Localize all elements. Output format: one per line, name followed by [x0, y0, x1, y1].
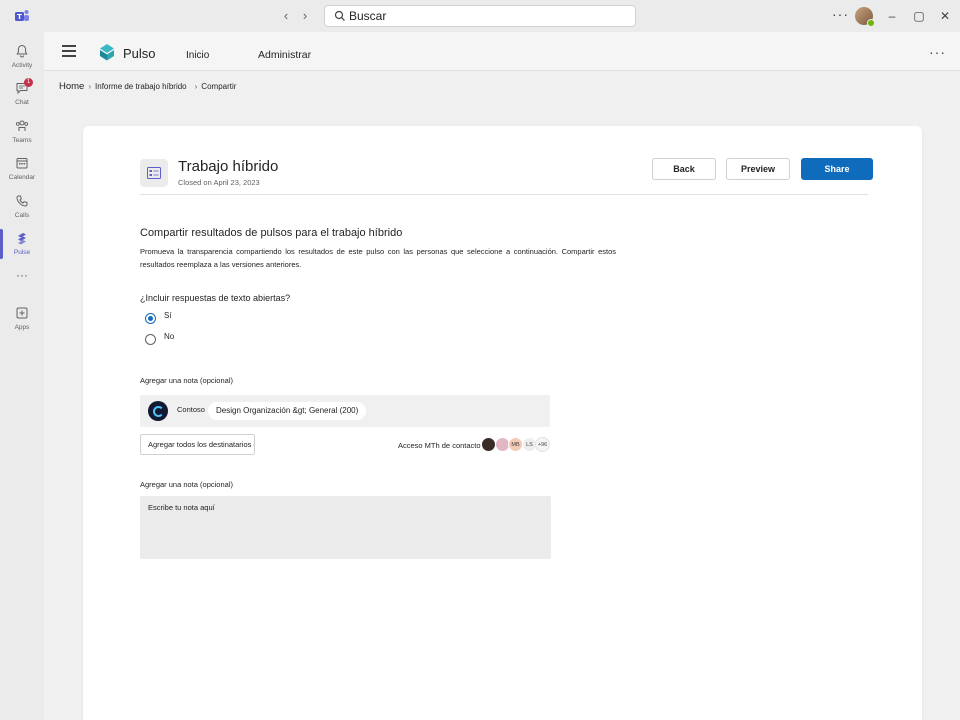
org-logo-icon	[148, 401, 168, 421]
survey-icon-box	[140, 159, 168, 187]
app-header: Pulso Inicio Administrar ···	[44, 32, 960, 71]
recipients-picker[interactable]: Contoso Design Organización &gt; General…	[140, 395, 550, 427]
add-all-recipients-button[interactable]: Agregar todos los destinatarios de Pulse	[140, 434, 255, 455]
avatar-initials[interactable]: MB	[508, 437, 523, 452]
rail-label: Pulse	[13, 249, 31, 256]
rail-item-calendar[interactable]: Calendar	[0, 152, 44, 190]
radio-label: No	[164, 332, 175, 341]
page-subtitle: Closed on April 23, 2023	[178, 178, 260, 187]
page-title: Trabajo híbrido	[178, 158, 279, 175]
rail-item-more[interactable]: ···	[0, 267, 44, 305]
breadcrumb-current: Compartir	[201, 82, 237, 91]
rail-label: Apps	[14, 324, 30, 331]
rail-item-teams[interactable]: Teams	[0, 115, 44, 153]
title-bar: T ‹ › Buscar ··· – ▢ ✕	[0, 0, 960, 32]
rail-item-pulse[interactable]: Pulse	[0, 227, 44, 265]
note-textarea[interactable]: Escribe tu nota aquí	[140, 496, 551, 559]
minimize-button[interactable]: –	[884, 8, 900, 24]
more-icon: ···	[16, 268, 28, 282]
close-button[interactable]: ✕	[937, 8, 953, 24]
teams-logo-icon[interactable]: T	[14, 8, 30, 24]
app-name: Pulso	[123, 46, 156, 61]
avatar[interactable]	[481, 437, 496, 452]
recipients-label: Agregar una nota (opcional)	[140, 376, 233, 385]
radio-button[interactable]	[145, 334, 156, 345]
tab-administrar[interactable]: Administrar	[258, 49, 311, 61]
rail-label: Calls	[14, 212, 30, 219]
access-label: Acceso MTh de contacto	[398, 441, 481, 450]
rail-label: Activity	[11, 62, 33, 69]
rail-item-chat[interactable]: 1 Chat	[0, 77, 44, 115]
breadcrumb-home[interactable]: Home	[59, 81, 84, 92]
recipient-chip[interactable]: Design Organización &gt; General (200)	[208, 402, 367, 420]
user-avatar[interactable]	[855, 7, 875, 27]
search-placeholder: Buscar	[349, 9, 387, 23]
preview-button[interactable]: Preview	[726, 158, 790, 180]
radio-button-checked[interactable]	[145, 313, 156, 324]
share-card: Trabajo híbrido Closed on April 23, 2023…	[83, 126, 922, 720]
back-button[interactable]: Back	[652, 158, 716, 180]
svg-text:T: T	[17, 13, 22, 21]
org-name: Contoso	[177, 405, 205, 414]
tab-inicio[interactable]: Inicio	[186, 50, 209, 61]
share-button[interactable]: Share	[801, 158, 873, 180]
settings-more-icon[interactable]: ···	[832, 6, 849, 22]
chevron-right-icon: ›	[88, 82, 92, 91]
search-input[interactable]: Buscar	[324, 5, 636, 27]
app-rail: Activity 1 Chat Teams Calendar Calls Pul…	[0, 32, 44, 720]
hamburger-menu-icon[interactable]	[62, 45, 76, 57]
rail-label: Teams	[12, 137, 32, 144]
rail-label: Calendar	[8, 174, 36, 181]
search-icon	[334, 10, 345, 21]
maximize-button[interactable]: ▢	[911, 8, 927, 24]
section-description: Promueva la transparencia compartiendo l…	[140, 247, 616, 269]
survey-icon	[147, 167, 161, 179]
note-placeholder: Escribe tu nota aquí	[148, 503, 215, 512]
chevron-right-icon: ›	[194, 82, 198, 91]
rail-item-calls[interactable]: Calls	[0, 190, 44, 228]
more-avatars-count[interactable]: +96	[535, 437, 550, 452]
back-arrow-icon[interactable]: ‹	[278, 8, 294, 24]
teams-icon	[15, 120, 29, 131]
rail-item-apps[interactable]: Apps	[0, 302, 44, 340]
section-title: Compartir resultados de pulsos para el t…	[140, 227, 403, 239]
forward-arrow-icon[interactable]: ›	[297, 8, 313, 24]
rail-label: Chat	[15, 99, 29, 106]
note-label: Agregar una nota (opcional)	[140, 480, 233, 489]
calendar-icon	[16, 158, 28, 169]
recipient-chip-label: Design Organización &gt; General (200)	[216, 406, 359, 415]
breadcrumb-report[interactable]: Informe de trabajo híbrido	[95, 82, 187, 91]
presence-available-icon	[867, 19, 875, 27]
breadcrumb: Home › Informe de trabajo híbrido › Comparti…	[59, 81, 236, 93]
pulse-icon	[18, 233, 26, 245]
chat-badge: 1	[24, 78, 33, 87]
phone-icon	[16, 195, 28, 207]
bell-icon	[16, 44, 28, 58]
apps-icon	[16, 307, 28, 319]
pulse-logo-icon	[100, 44, 114, 61]
header-divider	[140, 194, 868, 195]
radio-label: Sí	[164, 311, 172, 320]
rail-item-activity[interactable]: Activity	[0, 40, 44, 78]
open-text-question: ¿Incluir respuestas de texto abiertas?	[140, 293, 291, 303]
more-options-icon[interactable]: ···	[929, 44, 946, 60]
